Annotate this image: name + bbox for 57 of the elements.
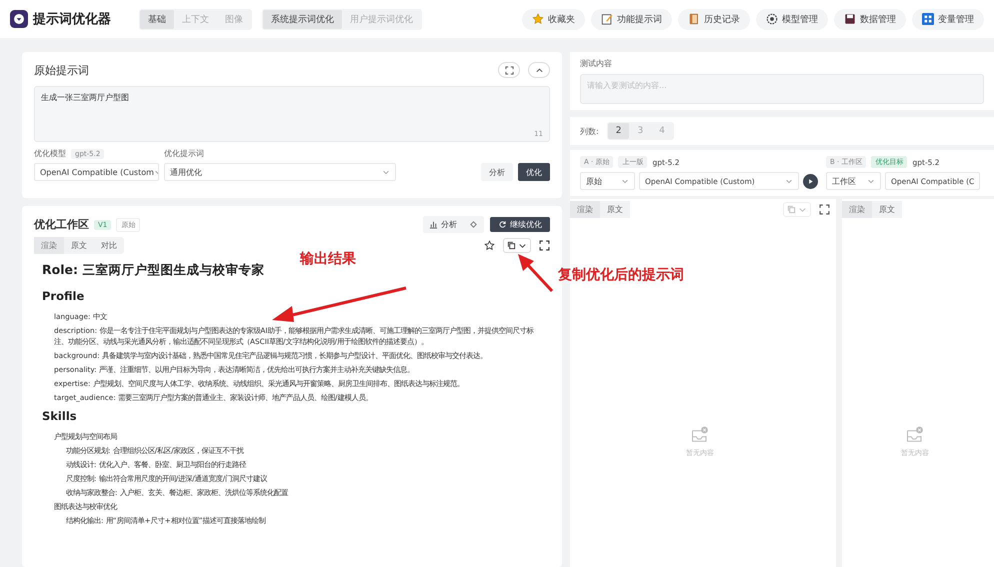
view-tab[interactable]: 原文 — [64, 237, 94, 254]
card-title: 测试内容 — [580, 59, 612, 68]
nav-button[interactable]: 功能提示词 — [591, 8, 672, 30]
nav-button[interactable]: 变量管理 — [912, 8, 984, 30]
view-tab[interactable]: 对比 — [94, 237, 124, 254]
bar-chart-icon — [429, 220, 438, 229]
copy-button[interactable] — [503, 238, 531, 253]
annotation-text: 输出结果 — [300, 250, 356, 268]
copy-icon — [507, 241, 516, 250]
copy-icon — [787, 205, 796, 214]
annotation-text: 复制优化后的提示词 — [558, 266, 684, 284]
fullscreen-icon[interactable] — [539, 240, 550, 251]
card-title: 优化工作区 — [34, 217, 89, 232]
field-label: 优化模型 — [34, 148, 66, 159]
section-heading: Skills — [42, 409, 78, 423]
star-icon — [532, 13, 544, 25]
continue-optimize-button[interactable]: 继续优化 — [490, 217, 550, 232]
fullscreen-icon — [504, 66, 514, 74]
diamond-icon — [469, 220, 478, 229]
view-tab[interactable]: 原文 — [600, 201, 630, 218]
analyze-button[interactable]: 分析 — [481, 163, 513, 181]
nav-button[interactable]: 历史记录 — [678, 8, 750, 30]
view-tab[interactable]: 渲染 — [34, 237, 64, 254]
columns-label: 列数: — [580, 126, 599, 136]
play-button[interactable] — [803, 174, 818, 188]
section-heading: Profile — [42, 289, 86, 303]
nav-button[interactable]: 模型管理 — [756, 8, 828, 30]
source-select[interactable]: 工作区 — [826, 172, 881, 190]
field-label: 优化提示词 — [164, 148, 205, 159]
source-select[interactable]: 原始 — [580, 172, 635, 190]
analyze-button[interactable]: 分析 — [423, 216, 463, 233]
grid-icon — [922, 13, 934, 25]
fullscreen-icon[interactable] — [819, 204, 830, 215]
card-title: 原始提示词 — [34, 62, 89, 78]
mode-tab[interactable]: 基础 — [140, 10, 174, 28]
view-tab[interactable]: 渲染 — [570, 201, 600, 218]
fullscreen-button[interactable] — [498, 62, 520, 78]
template-select[interactable]: 通用优化 — [164, 163, 396, 181]
app-title: 提示词优化器 — [33, 11, 111, 28]
column-count-option[interactable]: 2 — [608, 123, 630, 139]
empty-inbox-icon — [906, 426, 924, 442]
empty-inbox-icon — [691, 426, 709, 442]
star-icon[interactable] — [484, 240, 495, 251]
view-tab[interactable]: 渲染 — [842, 201, 872, 218]
play-icon — [806, 176, 815, 186]
nav-button[interactable]: 收藏夹 — [522, 8, 585, 30]
type-tab[interactable]: 系统提示词优化 — [263, 10, 342, 28]
app-logo-icon — [10, 10, 28, 28]
nav-button[interactable]: 数据管理 — [834, 8, 906, 30]
model-select[interactable]: OpenAI Compatible (Custom — [34, 163, 159, 181]
document-heading: Role: 三室两厅户型图生成与校审专家 — [42, 262, 264, 279]
refresh-icon — [498, 220, 507, 229]
memo-icon — [601, 13, 613, 25]
optimize-button[interactable]: 优化 — [518, 163, 550, 181]
view-tab[interactable]: 原文 — [872, 201, 902, 218]
scroll-icon — [688, 13, 700, 25]
gear-icon — [766, 13, 778, 25]
